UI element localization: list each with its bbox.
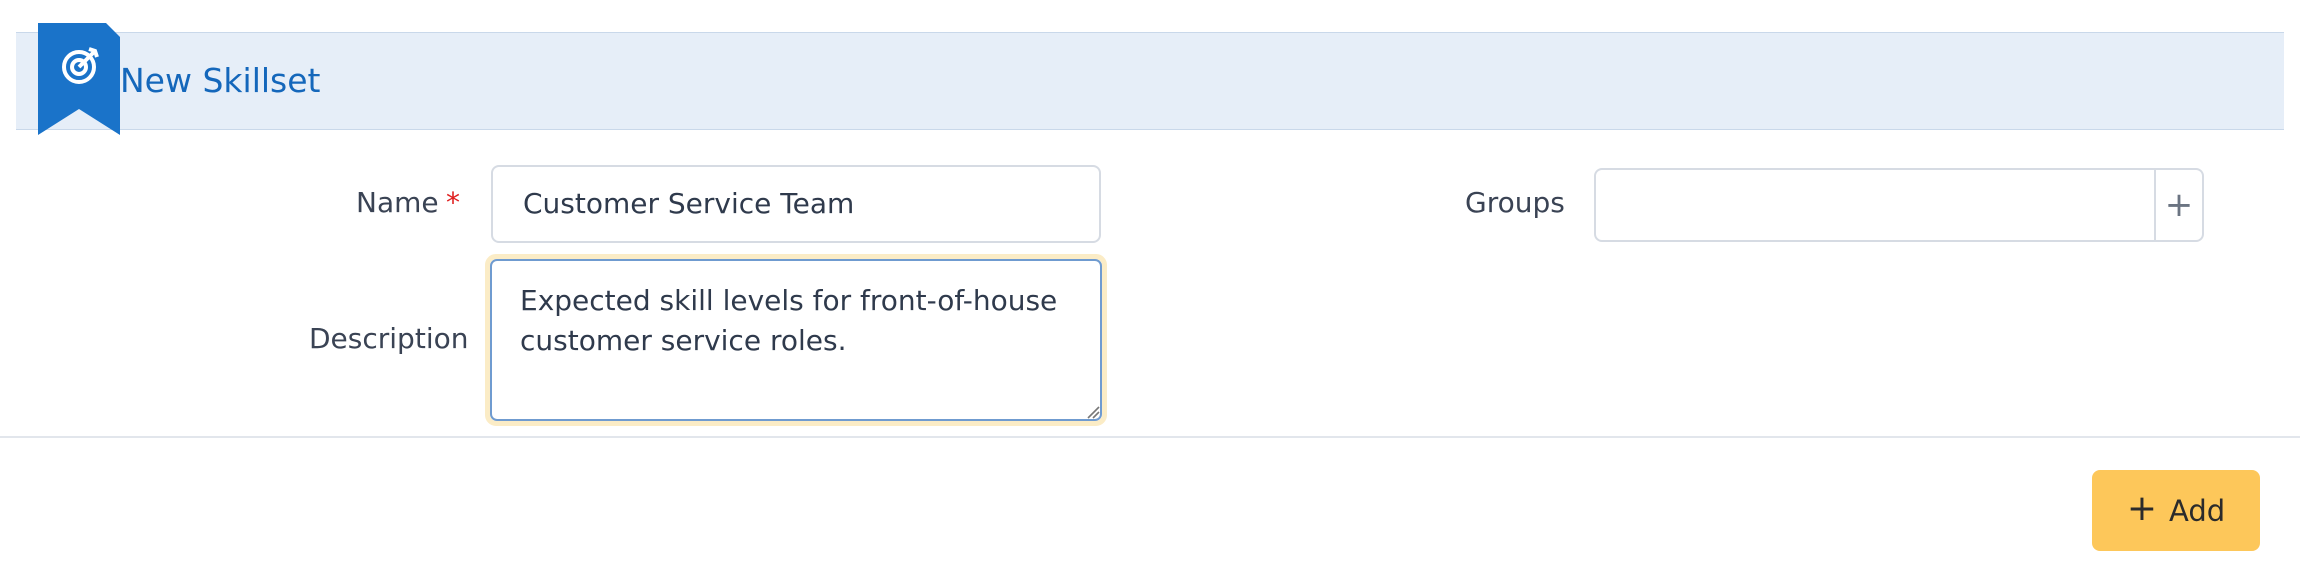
add-button-label: Add <box>2169 493 2226 528</box>
target-icon <box>38 23 120 135</box>
description-focus-ring: Expected skill levels for front-of-house… <box>485 254 1107 426</box>
plus-icon: + <box>2126 487 2157 529</box>
groups-field[interactable]: + <box>1594 168 2204 242</box>
name-label: Name <box>356 186 439 219</box>
description-label: Description <box>309 322 469 355</box>
new-skillset-form-page: New Skillset Name * Customer Service Tea… <box>0 0 2300 582</box>
footer-divider <box>0 436 2300 438</box>
groups-label: Groups <box>1465 186 1565 219</box>
page-title: New Skillset <box>120 61 321 100</box>
name-input[interactable]: Customer Service Team <box>491 165 1101 243</box>
add-button[interactable]: + Add <box>2092 470 2260 551</box>
description-textarea[interactable]: Expected skill levels for front-of-house… <box>490 259 1102 421</box>
resize-grip-icon[interactable] <box>1086 405 1100 419</box>
plus-icon: + <box>2164 185 2194 225</box>
header-band: New Skillset <box>16 23 2284 135</box>
groups-add-button[interactable]: + <box>2154 170 2202 240</box>
required-marker: * <box>446 186 460 219</box>
